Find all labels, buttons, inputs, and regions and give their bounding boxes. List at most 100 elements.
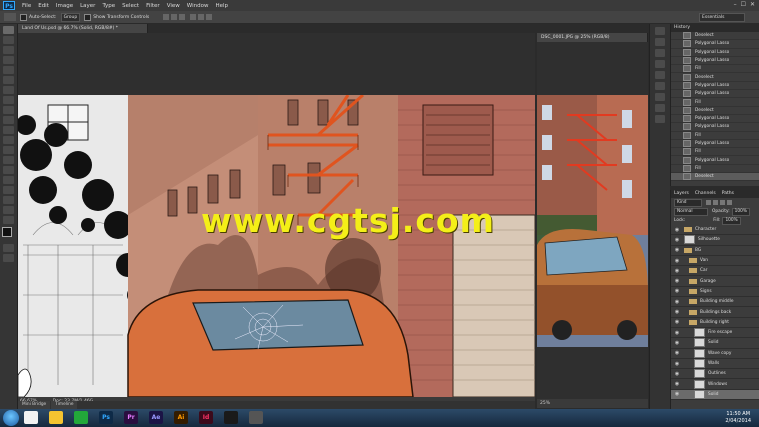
auto-select-checkbox[interactable] (20, 13, 27, 21)
layer-row[interactable]: ◉ Building middle (671, 297, 759, 308)
foreground-color-swatch[interactable] (2, 227, 12, 237)
blend-mode-dropdown[interactable]: Normal (674, 207, 708, 216)
history-item[interactable]: Fill (671, 65, 759, 74)
taskbar-app-icon[interactable] (24, 411, 38, 424)
history-item[interactable]: Fill (671, 148, 759, 157)
layer-row[interactable]: ◉ Walls (671, 359, 759, 370)
marquee-tool-icon[interactable] (3, 36, 14, 44)
layer-row[interactable]: ◉ BG (671, 246, 759, 256)
tab-mini-bridge[interactable]: Mini Bridge (18, 401, 51, 409)
move-tool-icon[interactable] (3, 26, 14, 34)
taskbar-app-icon[interactable]: Pr (124, 411, 138, 424)
layer-visibility-eye-icon[interactable]: ◉ (674, 381, 680, 387)
type-tool-icon[interactable] (3, 176, 14, 184)
menu-edit[interactable]: Edit (38, 3, 49, 9)
align-right-icon[interactable] (206, 14, 213, 20)
move-tool-icon[interactable] (4, 13, 16, 21)
layer-visibility-eye-icon[interactable]: ◉ (674, 299, 680, 305)
menu-view[interactable]: View (167, 3, 180, 9)
tab-paths[interactable]: Paths (722, 190, 734, 198)
layer-visibility-eye-icon[interactable]: ◉ (674, 278, 680, 284)
tab-channels[interactable]: Channels (695, 190, 716, 198)
reference-document-window[interactable]: DSC_0001.JPG @ 25% (RGB/8) 25% (537, 33, 648, 408)
zoom-tool-icon[interactable] (3, 216, 14, 224)
layer-row[interactable]: ◉ Van (671, 256, 759, 267)
layer-row[interactable]: ◉ Solid (671, 338, 759, 349)
taskbar-app-icon[interactable]: Id (199, 411, 213, 424)
healing-tool-icon[interactable] (3, 86, 14, 94)
taskbar-app-icon[interactable] (224, 411, 238, 424)
color-swatches[interactable] (2, 227, 16, 241)
eyedropper-tool-icon[interactable] (3, 76, 14, 84)
layer-visibility-eye-icon[interactable]: ◉ (674, 237, 680, 243)
paragraph-panel-icon[interactable] (655, 104, 665, 112)
layer-visibility-eye-icon[interactable]: ◉ (674, 371, 680, 377)
path-select-tool-icon[interactable] (3, 186, 14, 194)
layer-row[interactable]: ◉ Character (671, 225, 759, 236)
document-tab-reference[interactable]: DSC_0001.JPG @ 25% (RGB/8) (537, 33, 648, 42)
history-item[interactable]: Polygonal Lasso (671, 81, 759, 91)
layer-row[interactable]: ◉ Solid (671, 389, 759, 401)
layer-row[interactable]: ◉ Buildings back (671, 307, 759, 318)
menu-type[interactable]: Type (102, 3, 115, 9)
layer-row[interactable]: ◉ Fire escape (671, 328, 759, 339)
history-brush-tool-icon[interactable] (3, 116, 14, 124)
taskbar-app-icon[interactable] (249, 411, 263, 424)
shape-tool-icon[interactable] (3, 196, 14, 204)
filter-pixel-icon[interactable] (706, 200, 711, 205)
fill-field[interactable]: 100% (722, 216, 741, 225)
layer-kind-filter[interactable]: Kind (674, 198, 702, 207)
history-item[interactable]: Deselect (671, 106, 759, 115)
history-item[interactable]: Deselect (671, 173, 759, 182)
tab-timeline[interactable]: Timeline (51, 401, 78, 409)
history-item[interactable]: Polygonal Lasso (671, 57, 759, 66)
align-center-icon[interactable] (198, 14, 205, 20)
layer-visibility-eye-icon[interactable]: ◉ (674, 340, 680, 346)
canvas-area[interactable]: www.cgtsj.com (18, 33, 535, 397)
layer-row[interactable]: ◉ Silhouette (671, 235, 759, 246)
info-panel-icon[interactable] (655, 60, 665, 68)
history-item[interactable]: Fill (671, 164, 759, 174)
history-item[interactable]: Polygonal Lasso (671, 156, 759, 165)
history-item[interactable]: Polygonal Lasso (671, 40, 759, 49)
filter-type-icon[interactable] (720, 200, 725, 205)
taskbar-app-icon[interactable]: Ai (174, 411, 188, 424)
history-item[interactable]: Polygonal Lasso (671, 115, 759, 124)
menu-image[interactable]: Image (56, 3, 73, 9)
history-item[interactable]: Deselect (671, 73, 759, 82)
tab-history[interactable]: History (674, 24, 690, 32)
layer-visibility-eye-icon[interactable]: ◉ (674, 361, 680, 367)
navigator-panel-icon[interactable] (655, 115, 665, 123)
workspace-dropdown[interactable]: Essentials (699, 13, 745, 22)
history-item[interactable]: Polygonal Lasso (671, 90, 759, 99)
quick-mask-icon[interactable] (3, 244, 14, 252)
start-button-icon[interactable] (3, 410, 19, 426)
gradient-tool-icon[interactable] (3, 136, 14, 144)
align-top-icon[interactable] (163, 14, 170, 20)
taskbar-app-icon[interactable] (49, 411, 63, 424)
blur-tool-icon[interactable] (3, 146, 14, 154)
menu-select[interactable]: Select (122, 3, 139, 9)
layer-visibility-eye-icon[interactable]: ◉ (674, 309, 680, 315)
history-item[interactable]: Fill (671, 131, 759, 140)
dodge-tool-icon[interactable] (3, 156, 14, 164)
align-left-icon[interactable] (190, 14, 197, 20)
lasso-tool-icon[interactable] (3, 46, 14, 54)
hand-tool-icon[interactable] (3, 206, 14, 214)
brush-tool-icon[interactable] (3, 96, 14, 104)
align-bottom-icon[interactable] (179, 14, 186, 20)
menu-window[interactable]: Window (187, 3, 209, 9)
artwork-canvas[interactable] (18, 95, 535, 397)
close-button[interactable]: ✕ (750, 1, 755, 8)
filter-shape-icon[interactable] (727, 200, 732, 205)
history-item[interactable]: Polygonal Lasso (671, 48, 759, 57)
history-panel-icon[interactable] (655, 27, 665, 35)
layer-visibility-eye-icon[interactable]: ◉ (674, 330, 680, 336)
history-item[interactable]: Fill (671, 98, 759, 107)
layer-visibility-eye-icon[interactable]: ◉ (674, 319, 680, 325)
layer-row[interactable]: ◉ Outlines (671, 369, 759, 380)
clone-stamp-tool-icon[interactable] (3, 106, 14, 114)
quick-select-tool-icon[interactable] (3, 56, 14, 64)
layer-row[interactable]: ◉ Car (671, 266, 759, 277)
minimize-button[interactable]: – (734, 1, 737, 8)
